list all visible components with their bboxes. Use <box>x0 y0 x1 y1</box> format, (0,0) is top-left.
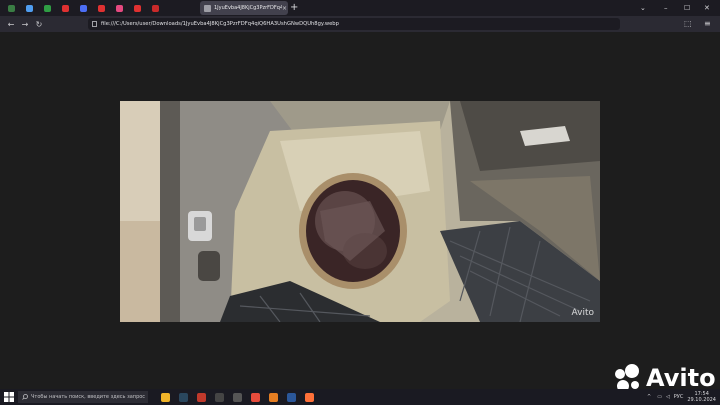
avito-logo-text: Avito <box>646 364 716 392</box>
url-text: file:///C:/Users/user/Downloads/1JyuEvba… <box>101 21 339 27</box>
tray-chevron-icon[interactable]: ^ <box>647 394 651 400</box>
extensions-icon[interactable]: ⬚ <box>684 16 692 32</box>
network-icon[interactable]: ▭ <box>657 394 662 400</box>
app-icon <box>133 4 141 12</box>
app-icon <box>61 4 69 12</box>
app-icon <box>97 4 105 12</box>
taskbar-app-word[interactable] <box>284 390 298 404</box>
search-icon <box>22 394 28 400</box>
yandex-icon <box>250 392 260 402</box>
taskbar-app-app[interactable] <box>266 390 280 404</box>
page-viewport: Avito <box>0 32 720 389</box>
taskbar-app-steam[interactable] <box>176 390 190 404</box>
pinned-tab-3[interactable] <box>40 1 54 15</box>
maximize-button[interactable]: ☐ <box>684 1 690 15</box>
word-icon <box>286 392 296 402</box>
windows-icon <box>4 392 14 402</box>
pinned-tab-1[interactable] <box>4 1 18 15</box>
system-tray: ^ ▭ ◁ РУС 17:54 29.10.2024 <box>647 389 716 405</box>
image-file-icon <box>204 4 211 12</box>
taskbar-app-app[interactable] <box>194 390 208 404</box>
volume-icon[interactable]: ◁ <box>666 394 670 400</box>
pinned-tab-9[interactable] <box>148 1 162 15</box>
pinned-tab-6[interactable] <box>94 1 108 15</box>
minimize-button[interactable]: – <box>664 1 668 15</box>
clock-date: 29.10.2024 <box>687 397 716 403</box>
taskbar-app-app[interactable] <box>230 390 244 404</box>
language-indicator[interactable]: РУС <box>674 394 684 400</box>
pinned-tab-7[interactable] <box>112 1 126 15</box>
app-icon <box>25 4 33 12</box>
app-icon <box>196 392 206 402</box>
back-button[interactable]: ← <box>4 20 18 29</box>
taskbar-app-firefox[interactable] <box>302 390 316 404</box>
search-placeholder: Чтобы начать поиск, введите здесь запрос <box>31 394 146 400</box>
active-tab[interactable]: 1JyuEvba4J8Kj­Cg3PzrFDFq4qiQ6HA3UshGNwDQ… <box>200 1 288 15</box>
app-icon <box>268 392 278 402</box>
pinned-tab-8[interactable] <box>130 1 144 15</box>
list-tabs-button[interactable]: ⌄ <box>640 1 646 15</box>
forward-button[interactable]: → <box>18 20 32 29</box>
steam-icon <box>178 392 188 402</box>
taskbar-app-app[interactable] <box>212 390 226 404</box>
address-bar[interactable]: file:///C:/Users/user/Downloads/1JyuEvba… <box>88 18 620 30</box>
clock[interactable]: 17:54 29.10.2024 <box>687 391 716 403</box>
app-icon <box>214 392 224 402</box>
pinned-tab-2[interactable] <box>22 1 36 15</box>
tab-bar <box>0 0 720 16</box>
photo-drawing <box>120 101 600 322</box>
taskbar: Чтобы начать поиск, введите здесь запрос <box>0 389 720 405</box>
taskbar-app-file-explorer[interactable] <box>158 390 172 404</box>
app-icon <box>7 4 15 12</box>
start-button[interactable] <box>2 389 16 405</box>
tab-close-button[interactable]: × <box>282 5 287 12</box>
app-icon <box>43 4 51 12</box>
tab-title: 1JyuEvba4J8Kj­Cg3PzrFDFq4qiQ6HA3UshGNwDQ… <box>214 5 282 11</box>
new-tab-button[interactable]: + <box>290 1 298 15</box>
reload-button[interactable]: ↻ <box>32 20 46 29</box>
firefox-icon <box>304 392 314 402</box>
app-icon <box>232 392 242 402</box>
app-icon <box>115 4 123 12</box>
car-trunk-photo: Avito <box>120 101 600 322</box>
close-window-button[interactable]: ✕ <box>704 1 710 15</box>
page-icon <box>92 21 97 27</box>
file-explorer-icon <box>160 392 170 402</box>
taskbar-apps <box>154 390 316 404</box>
app-icon <box>151 4 159 12</box>
taskbar-app-yandex[interactable] <box>248 390 262 404</box>
app-icon <box>79 4 87 12</box>
pinned-tabs <box>0 1 162 15</box>
image-watermark: Avito <box>571 308 595 318</box>
pinned-tab-5[interactable] <box>76 1 90 15</box>
menu-icon[interactable]: ≡ <box>704 16 711 32</box>
taskbar-search[interactable]: Чтобы начать поиск, введите здесь запрос <box>18 391 148 403</box>
pinned-tab-4[interactable] <box>58 1 72 15</box>
